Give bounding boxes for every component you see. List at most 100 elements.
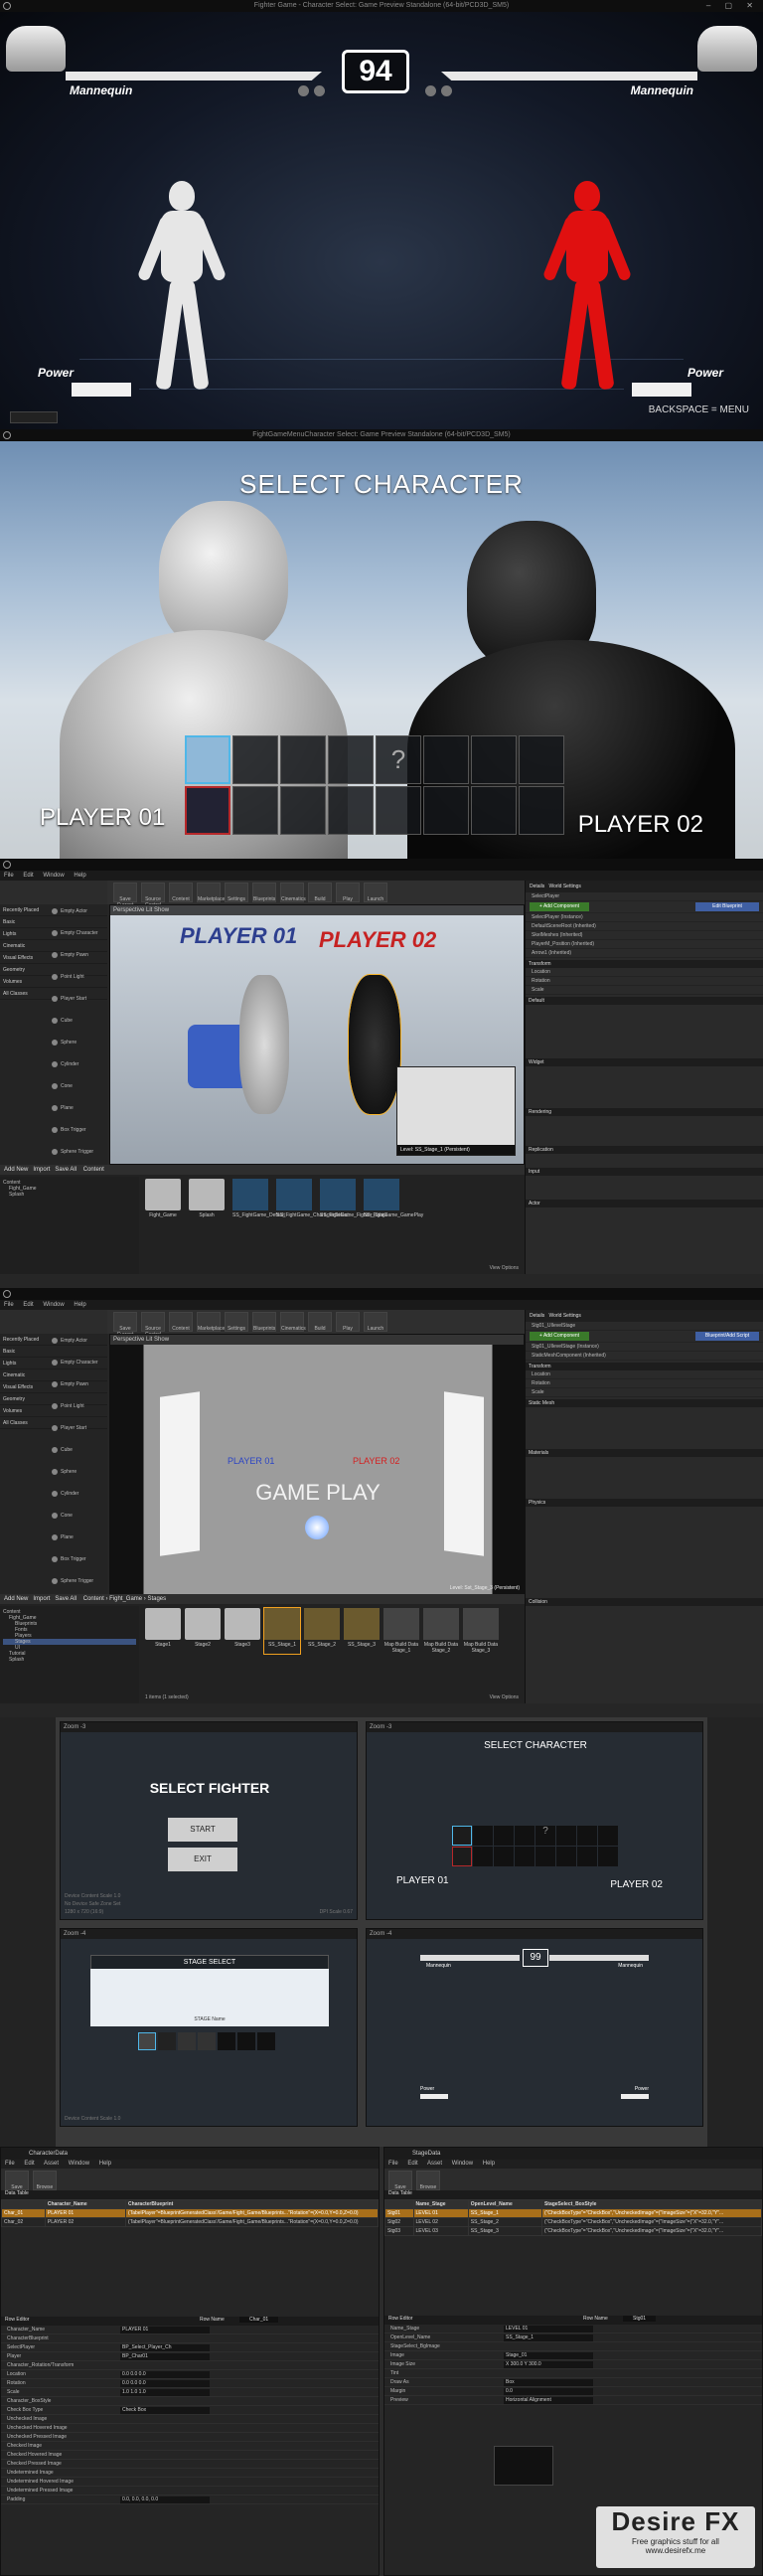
stage-thumb[interactable] <box>218 2032 235 2050</box>
table-row-selected[interactable]: Char_01 PLAYER 01 (TabelPlayer"=BlueprintG… <box>1 2208 379 2218</box>
place-item[interactable]: Sphere Trigger <box>52 1147 105 1157</box>
view-options-button[interactable]: View Options <box>490 1265 519 1271</box>
property-row[interactable]: CharacterBlueprint <box>1 2334 379 2343</box>
component-tree-item[interactable]: DefaultSceneRoot (Inherited) <box>526 922 763 931</box>
category-basic[interactable]: Basic <box>0 1346 107 1358</box>
character-slot[interactable] <box>232 786 278 835</box>
character-slot[interactable] <box>328 786 374 835</box>
menu-file[interactable]: File <box>4 1302 14 1308</box>
content-path[interactable]: Content › Fight_Game › Stages <box>83 1596 166 1602</box>
property-row[interactable]: Tint <box>384 2369 762 2378</box>
content-path[interactable]: Content <box>83 1167 104 1173</box>
black-mannequin-actor[interactable] <box>348 974 401 1115</box>
property-row[interactable]: Character_Rotation/Transform <box>1 2361 379 2370</box>
viewport-toolbar[interactable]: Perspective Lit Show <box>110 905 524 915</box>
place-item[interactable]: Cylinder <box>52 1489 105 1499</box>
marketplace-button[interactable]: Marketplace <box>197 1312 225 1332</box>
scale-row[interactable]: Scale <box>526 986 763 995</box>
component-tree-item[interactable]: PlayerM_Position (Inherited) <box>526 940 763 949</box>
content-button[interactable]: Content <box>169 883 193 902</box>
property-value[interactable]: BP_Char01 <box>120 2353 210 2360</box>
row-name-field[interactable]: Char_01 <box>239 2317 279 2323</box>
character-slot[interactable] <box>376 786 421 835</box>
modes-panel[interactable] <box>0 1310 107 1334</box>
rotation-row[interactable]: Rotation <box>526 977 763 986</box>
section-transform[interactable]: Transform <box>526 1363 763 1370</box>
character-slot[interactable] <box>519 735 564 784</box>
property-value[interactable]: Horizontal Alignment <box>504 2397 593 2404</box>
property-value[interactable]: 1.0 1.0 1.0 <box>120 2389 210 2396</box>
place-item[interactable]: Empty Character <box>52 1358 105 1368</box>
property-value[interactable]: BP_Select_Player_Ch <box>120 2344 210 2351</box>
section-static-mesh[interactable]: Static Mesh <box>526 1399 763 1407</box>
play-button[interactable]: Play <box>336 883 360 902</box>
component-tree-item[interactable]: SkelMeshes (Inherited) <box>526 931 763 940</box>
place-item[interactable]: Cone <box>52 1511 105 1521</box>
character-slot[interactable] <box>232 735 278 784</box>
stage-pillar-left[interactable] <box>160 1391 200 1556</box>
folder-tree-item[interactable]: Splash <box>3 1657 136 1663</box>
property-row[interactable]: Player BP_Char01 <box>1 2352 379 2361</box>
blueprints-button[interactable]: Blueprints <box>252 1312 276 1332</box>
place-item[interactable]: Plane <box>52 1103 105 1113</box>
property-row[interactable]: Location 0.0 0.0 0.0 <box>1 2370 379 2379</box>
add-new-button[interactable]: Add New <box>4 1596 28 1602</box>
launch-button[interactable]: Launch <box>364 1312 387 1332</box>
save-all-button[interactable]: Save All <box>55 1167 76 1173</box>
column-header[interactable] <box>384 2199 414 2209</box>
menu-file[interactable]: File <box>4 873 14 879</box>
property-row[interactable]: Undetermined Hovered Image <box>1 2478 379 2487</box>
property-row[interactable]: Checked Image <box>1 2442 379 2451</box>
umg-stage-select[interactable]: Zoom -4 STAGE SELECT STAGE Name Device C… <box>60 1928 358 2127</box>
category-basic[interactable]: Basic <box>0 916 107 928</box>
component-tree-item[interactable]: StaticMeshComponent (Inherited) <box>526 1352 763 1361</box>
column-header[interactable]: Name_Stage <box>412 2199 469 2209</box>
save-current-button[interactable]: Save Current <box>113 1312 137 1338</box>
scale-row[interactable]: Scale <box>526 1388 763 1397</box>
property-row[interactable]: Rotation 0.0 0.0 0.0 <box>1 2379 379 2388</box>
location-row[interactable]: Location <box>526 968 763 977</box>
place-item[interactable]: Sphere Trigger <box>52 1576 105 1586</box>
place-item[interactable]: Sphere <box>52 1467 105 1477</box>
section-input[interactable]: Input <box>526 1168 763 1176</box>
cinematics-button[interactable]: Cinematics <box>280 883 306 902</box>
property-row[interactable]: Name_Stage LEVEL 01 <box>384 2325 762 2334</box>
table-row[interactable]: Char_02 PLAYER 02 (TabelPlayer"=BlueprintG… <box>1 2217 379 2227</box>
place-item[interactable]: Cylinder <box>52 1059 105 1069</box>
asset-tile[interactable]: Stage3 <box>225 1608 260 1654</box>
cinematics-button[interactable]: Cinematics <box>280 1312 306 1332</box>
place-item[interactable]: Plane <box>52 1532 105 1542</box>
property-row[interactable]: Margin 0.0 <box>384 2387 762 2396</box>
table-row[interactable]: Stg03 LEVEL 03 SS_Stage_3 ("CheckBoxType"="… <box>384 2226 763 2236</box>
menu-edit[interactable]: Edit <box>407 2161 417 2167</box>
details-tab[interactable]: Details World Settings <box>526 1310 763 1322</box>
level-viewport[interactable]: Perspective Lit Show PLAYER 01 PLAYER 02… <box>109 904 525 1165</box>
menu-edit[interactable]: Edit <box>23 1302 33 1308</box>
menu-help[interactable]: Help <box>99 2161 111 2167</box>
character-slot[interactable] <box>280 786 326 835</box>
umg-select-character[interactable]: Zoom -3 SELECT CHARACTER ? PLAYER 01 PLA… <box>366 1721 703 1920</box>
place-item[interactable]: Box Trigger <box>52 1554 105 1564</box>
asset-tile[interactable]: Stage1 <box>145 1608 181 1654</box>
character-slot[interactable] <box>471 786 517 835</box>
asset-tile[interactable]: SS_FightGame_CharacterSelect <box>276 1179 349 1224</box>
place-item[interactable]: Player Start <box>52 1423 105 1433</box>
browse-button[interactable]: Browse <box>416 2171 440 2190</box>
column-header[interactable]: OpenLevel_Name <box>467 2199 542 2209</box>
property-value[interactable]: LEVEL 01 <box>504 2326 593 2333</box>
property-row[interactable]: SelectPlayer BP_Select_Player_Ch <box>1 2343 379 2352</box>
component-tree-item[interactable]: Stg01_UIlevelStage (Instance) <box>526 1343 763 1352</box>
property-row[interactable]: Image Stage_01 <box>384 2351 762 2360</box>
menu-window[interactable]: Window <box>452 2161 473 2167</box>
property-value[interactable]: X 300.0 Y 300.0 <box>504 2361 593 2368</box>
umg-fight-hud[interactable]: Zoom -4 Mannequin Mannequin 99 Power Pow… <box>366 1928 703 2127</box>
launch-button[interactable]: Launch <box>364 883 387 902</box>
property-row[interactable]: Unchecked Hovered Image <box>1 2424 379 2433</box>
property-value[interactable]: 0.0 0.0 0.0 <box>120 2380 210 2387</box>
asset-tile[interactable]: Map Build Data Stage_2 <box>423 1608 459 1654</box>
character-slot[interactable] <box>328 735 374 784</box>
property-row[interactable]: Scale 1.0 1.0 1.0 <box>1 2388 379 2397</box>
details-tab[interactable]: Details World Settings <box>526 881 763 892</box>
asset-tile[interactable]: SS_Stage_3 <box>344 1608 380 1654</box>
start-button[interactable]: START <box>168 1818 237 1842</box>
